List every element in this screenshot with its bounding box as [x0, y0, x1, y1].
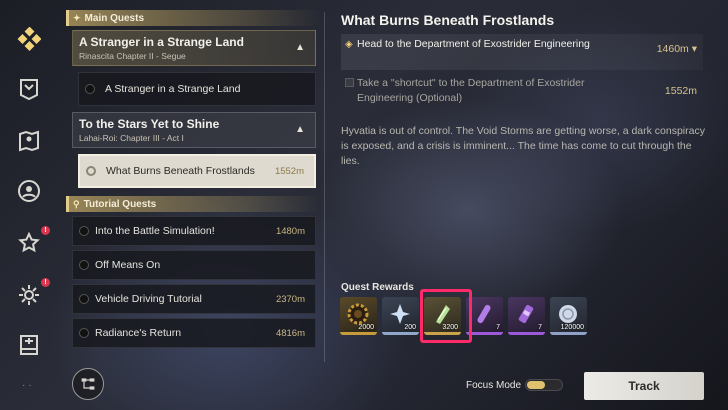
reward-count: 2000	[358, 324, 374, 331]
quest-status-icon	[79, 294, 89, 304]
side-nav: ! ! ··	[0, 0, 58, 410]
quest-name: A Stranger in a Strange Land	[105, 83, 241, 95]
purple-canister-icon	[514, 302, 538, 326]
focus-mode-label: Focus Mode	[466, 380, 522, 391]
objective-text: Take a "shortcut" to the Department of E…	[357, 77, 585, 104]
chevron-up-icon[interactable]: ▲	[295, 42, 305, 53]
quest-status-icon	[85, 84, 95, 94]
quest-description: Hyvatia is out of control. The Void Stor…	[341, 125, 705, 167]
quest-distance: 1552m	[274, 165, 304, 177]
reward-count: 120000	[560, 324, 584, 331]
track-button[interactable]: Track	[584, 372, 704, 400]
quest-distance: 4816m	[275, 327, 305, 339]
quest-list: ✦ Main Quests A Stranger in a Strange La…	[66, 10, 320, 362]
quest-name: Into the Battle Simulation!	[95, 225, 215, 237]
diamond-menu-icon[interactable]	[14, 24, 44, 54]
main-quests-header: ✦ Main Quests	[66, 10, 320, 26]
objective-marker-icon: ◈	[345, 39, 353, 50]
reward-item[interactable]: 200	[382, 297, 419, 335]
quest-status-icon	[86, 166, 96, 176]
objective-distance[interactable]: 1460m ▾	[657, 42, 697, 57]
quest-distance: 1480m	[275, 225, 305, 237]
quest-group-title: To the Stars Yet to Shine	[79, 117, 220, 131]
chevron-up-icon[interactable]: ▲	[295, 124, 305, 135]
settings-icon[interactable]: !	[14, 278, 50, 310]
profile-icon[interactable]	[14, 176, 44, 206]
quest-item[interactable]: Vehicle Driving Tutorial 2370m	[72, 284, 316, 314]
checkbox-icon	[345, 78, 354, 87]
alert-badge: !	[41, 226, 50, 235]
more-dots-icon: ··	[22, 380, 35, 391]
focus-mode-toggle[interactable]	[525, 379, 563, 391]
crystal-icon	[388, 302, 412, 326]
quest-name: Radiance's Return	[95, 327, 182, 339]
quest-tree-button[interactable]	[72, 368, 104, 400]
shell-credit-icon	[556, 302, 580, 326]
highlight-box	[420, 289, 472, 343]
tutorial-quests-header: ⚲ Tutorial Quests	[66, 196, 320, 212]
quest-item-selected[interactable]: What Burns Beneath Frostlands 1552m	[78, 154, 316, 188]
quest-group-subtitle: Lahai-Roi: Chapter III - Act I	[79, 133, 184, 143]
star-icon[interactable]: !	[14, 226, 50, 258]
quest-group[interactable]: A Stranger in a Strange Land Rinascita C…	[72, 30, 316, 66]
objective-optional[interactable]: Take a "shortcut" to the Department of E…	[341, 76, 703, 106]
location-pin-icon: ⚲	[73, 198, 80, 209]
quest-name: What Burns Beneath Frostlands	[106, 165, 255, 177]
quest-item[interactable]: Off Means On	[72, 250, 316, 280]
reward-count: 7	[538, 324, 542, 331]
objective-active[interactable]: ◈ Head to the Department of Exostrider E…	[341, 34, 703, 70]
quest-item[interactable]: Radiance's Return 4816m	[72, 318, 316, 348]
gear-coin-icon	[346, 302, 370, 326]
quest-group[interactable]: To the Stars Yet to Shine Lahai-Roi: Cha…	[72, 112, 316, 148]
hierarchy-icon	[81, 378, 95, 390]
quest-status-icon	[79, 226, 89, 236]
rewards-label: Quest Rewards	[341, 282, 414, 293]
quest-distance: 2370m	[275, 293, 305, 305]
toggle-knob	[527, 381, 545, 389]
reward-count: 7	[496, 324, 500, 331]
reward-item[interactable]: 120000	[550, 297, 587, 335]
reward-item[interactable]: 7	[508, 297, 545, 335]
map-icon[interactable]	[14, 126, 44, 156]
quest-detail-title: What Burns Beneath Frostlands	[341, 12, 555, 28]
quest-status-icon	[79, 260, 89, 270]
purple-capsule-icon	[472, 302, 496, 326]
quest-item[interactable]: Into the Battle Simulation! 1480m	[72, 216, 316, 246]
objective-distance: 1552m	[664, 85, 697, 97]
archive-icon[interactable]	[14, 330, 44, 360]
quest-name: Vehicle Driving Tutorial	[95, 293, 202, 305]
alert-badge: !	[41, 278, 50, 287]
quest-group-subtitle: Rinascita Chapter II - Segue	[79, 51, 186, 61]
quest-group-title: A Stranger in a Strange Land	[79, 35, 244, 49]
quest-status-icon	[79, 328, 89, 338]
reward-item[interactable]: 2000	[340, 297, 377, 335]
objective-text: Head to the Department of Exostrider Eng…	[357, 38, 590, 50]
quest-name: Off Means On	[95, 259, 161, 271]
banner-icon[interactable]	[14, 74, 44, 104]
quest-item[interactable]: A Stranger in a Strange Land	[78, 72, 316, 106]
reward-count: 200	[404, 324, 416, 331]
quest-star-icon: ✦	[73, 12, 81, 23]
panel-divider	[324, 12, 325, 362]
